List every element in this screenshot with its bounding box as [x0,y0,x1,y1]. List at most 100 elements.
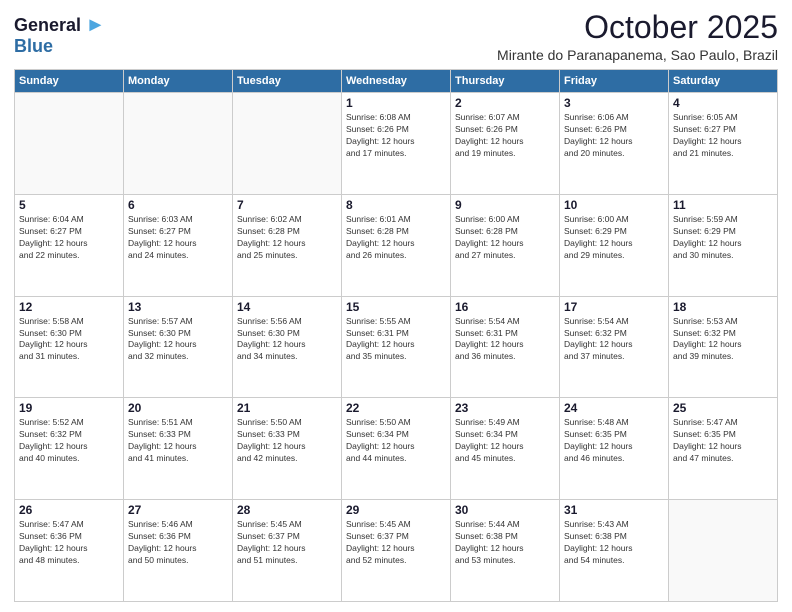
day-header-friday: Friday [560,70,669,93]
cell-info: Sunrise: 5:56 AM Sunset: 6:30 PM Dayligh… [237,316,337,364]
calendar-cell: 26 Sunrise: 5:47 AM Sunset: 6:36 PM Dayli… [15,500,124,602]
day-number: 29 [346,503,446,517]
day-number: 26 [19,503,119,517]
cell-info: Sunrise: 5:58 AM Sunset: 6:30 PM Dayligh… [19,316,119,364]
day-number: 20 [128,401,228,415]
day-header-saturday: Saturday [669,70,778,93]
cell-info: Sunrise: 6:00 AM Sunset: 6:28 PM Dayligh… [455,214,555,262]
cell-info: Sunrise: 5:49 AM Sunset: 6:34 PM Dayligh… [455,417,555,465]
cell-info: Sunrise: 5:50 AM Sunset: 6:33 PM Dayligh… [237,417,337,465]
title-block: October 2025 Mirante do Paranapanema, Sa… [497,10,778,63]
calendar-cell: 22 Sunrise: 5:50 AM Sunset: 6:34 PM Dayli… [342,398,451,500]
week-row-4: 26 Sunrise: 5:47 AM Sunset: 6:36 PM Dayli… [15,500,778,602]
cell-info: Sunrise: 6:00 AM Sunset: 6:29 PM Dayligh… [564,214,664,262]
day-number: 7 [237,198,337,212]
calendar-cell [669,500,778,602]
calendar-cell: 18 Sunrise: 5:53 AM Sunset: 6:32 PM Dayli… [669,296,778,398]
calendar-cell: 19 Sunrise: 5:52 AM Sunset: 6:32 PM Dayli… [15,398,124,500]
calendar-cell: 31Sunrise: 5:43 AM Sunset: 6:38 PM Dayli… [560,500,669,602]
location: Mirante do Paranapanema, Sao Paulo, Braz… [497,47,778,63]
day-number: 19 [19,401,119,415]
week-row-3: 19 Sunrise: 5:52 AM Sunset: 6:32 PM Dayli… [15,398,778,500]
day-number: 22 [346,401,446,415]
calendar-cell: 17 Sunrise: 5:54 AM Sunset: 6:32 PM Dayli… [560,296,669,398]
day-number: 30 [455,503,555,517]
calendar-cell: 21Sunrise: 5:50 AM Sunset: 6:33 PM Dayli… [233,398,342,500]
day-number: 6 [128,198,228,212]
cell-info: Sunrise: 6:04 AM Sunset: 6:27 PM Dayligh… [19,214,119,262]
calendar-cell: 13Sunrise: 5:57 AM Sunset: 6:30 PM Dayli… [124,296,233,398]
cell-info: Sunrise: 6:06 AM Sunset: 6:26 PM Dayligh… [564,112,664,160]
logo-blue: Blue [14,37,53,57]
cell-info: Sunrise: 6:03 AM Sunset: 6:27 PM Dayligh… [128,214,228,262]
day-number: 17 [564,300,664,314]
day-number: 14 [237,300,337,314]
day-number: 9 [455,198,555,212]
calendar-cell: 25Sunrise: 5:47 AM Sunset: 6:35 PM Dayli… [669,398,778,500]
logo-arrow-icon: ► [86,14,106,36]
cell-info: Sunrise: 5:43 AM Sunset: 6:38 PM Dayligh… [564,519,664,567]
calendar-table: SundayMondayTuesdayWednesdayThursdayFrid… [14,69,778,602]
cell-info: Sunrise: 5:46 AM Sunset: 6:36 PM Dayligh… [128,519,228,567]
cell-info: Sunrise: 5:54 AM Sunset: 6:32 PM Dayligh… [564,316,664,364]
calendar-cell: 6 Sunrise: 6:03 AM Sunset: 6:27 PM Daylig… [124,194,233,296]
calendar-cell: 23Sunrise: 5:49 AM Sunset: 6:34 PM Dayli… [451,398,560,500]
day-number: 27 [128,503,228,517]
calendar-cell: 12 Sunrise: 5:58 AM Sunset: 6:30 PM Dayli… [15,296,124,398]
logo: General ► Blue [14,14,105,57]
day-number: 24 [564,401,664,415]
day-number: 8 [346,198,446,212]
day-header-tuesday: Tuesday [233,70,342,93]
day-number: 11 [673,198,773,212]
calendar-header-row: SundayMondayTuesdayWednesdayThursdayFrid… [15,70,778,93]
calendar-cell: 15 Sunrise: 5:55 AM Sunset: 6:31 PM Dayli… [342,296,451,398]
cell-info: Sunrise: 5:52 AM Sunset: 6:32 PM Dayligh… [19,417,119,465]
cell-info: Sunrise: 5:48 AM Sunset: 6:35 PM Dayligh… [564,417,664,465]
calendar-cell: 27 Sunrise: 5:46 AM Sunset: 6:36 PM Dayli… [124,500,233,602]
day-number: 12 [19,300,119,314]
calendar-cell [233,93,342,195]
calendar-cell: 5Sunrise: 6:04 AM Sunset: 6:27 PM Daylig… [15,194,124,296]
calendar-cell: 28Sunrise: 5:45 AM Sunset: 6:37 PM Dayli… [233,500,342,602]
cell-info: Sunrise: 5:51 AM Sunset: 6:33 PM Dayligh… [128,417,228,465]
cell-info: Sunrise: 5:53 AM Sunset: 6:32 PM Dayligh… [673,316,773,364]
cell-info: Sunrise: 5:44 AM Sunset: 6:38 PM Dayligh… [455,519,555,567]
calendar-cell [124,93,233,195]
day-number: 15 [346,300,446,314]
day-number: 18 [673,300,773,314]
calendar-cell: 4 Sunrise: 6:05 AM Sunset: 6:27 PM Daylig… [669,93,778,195]
calendar-cell: 11 Sunrise: 5:59 AM Sunset: 6:29 PM Dayli… [669,194,778,296]
calendar-cell [15,93,124,195]
cell-info: Sunrise: 5:59 AM Sunset: 6:29 PM Dayligh… [673,214,773,262]
cell-info: Sunrise: 5:54 AM Sunset: 6:31 PM Dayligh… [455,316,555,364]
logo-general: General [14,15,81,35]
cell-info: Sunrise: 5:47 AM Sunset: 6:35 PM Dayligh… [673,417,773,465]
week-row-0: 1Sunrise: 6:08 AM Sunset: 6:26 PM Daylig… [15,93,778,195]
cell-info: Sunrise: 6:08 AM Sunset: 6:26 PM Dayligh… [346,112,446,160]
cell-info: Sunrise: 6:05 AM Sunset: 6:27 PM Dayligh… [673,112,773,160]
month-title: October 2025 [497,10,778,45]
calendar-cell: 1Sunrise: 6:08 AM Sunset: 6:26 PM Daylig… [342,93,451,195]
page: General ► Blue October 2025 Mirante do P… [0,0,792,612]
calendar-cell: 3 Sunrise: 6:06 AM Sunset: 6:26 PM Daylig… [560,93,669,195]
calendar-cell: 10Sunrise: 6:00 AM Sunset: 6:29 PM Dayli… [560,194,669,296]
cell-info: Sunrise: 5:50 AM Sunset: 6:34 PM Dayligh… [346,417,446,465]
day-number: 2 [455,96,555,110]
week-row-1: 5Sunrise: 6:04 AM Sunset: 6:27 PM Daylig… [15,194,778,296]
day-header-thursday: Thursday [451,70,560,93]
calendar-cell: 24 Sunrise: 5:48 AM Sunset: 6:35 PM Dayli… [560,398,669,500]
cell-info: Sunrise: 5:55 AM Sunset: 6:31 PM Dayligh… [346,316,446,364]
calendar-cell: 2 Sunrise: 6:07 AM Sunset: 6:26 PM Daylig… [451,93,560,195]
week-row-2: 12 Sunrise: 5:58 AM Sunset: 6:30 PM Dayli… [15,296,778,398]
day-header-sunday: Sunday [15,70,124,93]
cell-info: Sunrise: 6:02 AM Sunset: 6:28 PM Dayligh… [237,214,337,262]
calendar-cell: 7 Sunrise: 6:02 AM Sunset: 6:28 PM Daylig… [233,194,342,296]
calendar-cell: 29Sunrise: 5:45 AM Sunset: 6:37 PM Dayli… [342,500,451,602]
cell-info: Sunrise: 5:47 AM Sunset: 6:36 PM Dayligh… [19,519,119,567]
day-number: 13 [128,300,228,314]
day-number: 3 [564,96,664,110]
cell-info: Sunrise: 5:45 AM Sunset: 6:37 PM Dayligh… [237,519,337,567]
day-number: 4 [673,96,773,110]
cell-info: Sunrise: 6:07 AM Sunset: 6:26 PM Dayligh… [455,112,555,160]
calendar-cell: 14 Sunrise: 5:56 AM Sunset: 6:30 PM Dayli… [233,296,342,398]
